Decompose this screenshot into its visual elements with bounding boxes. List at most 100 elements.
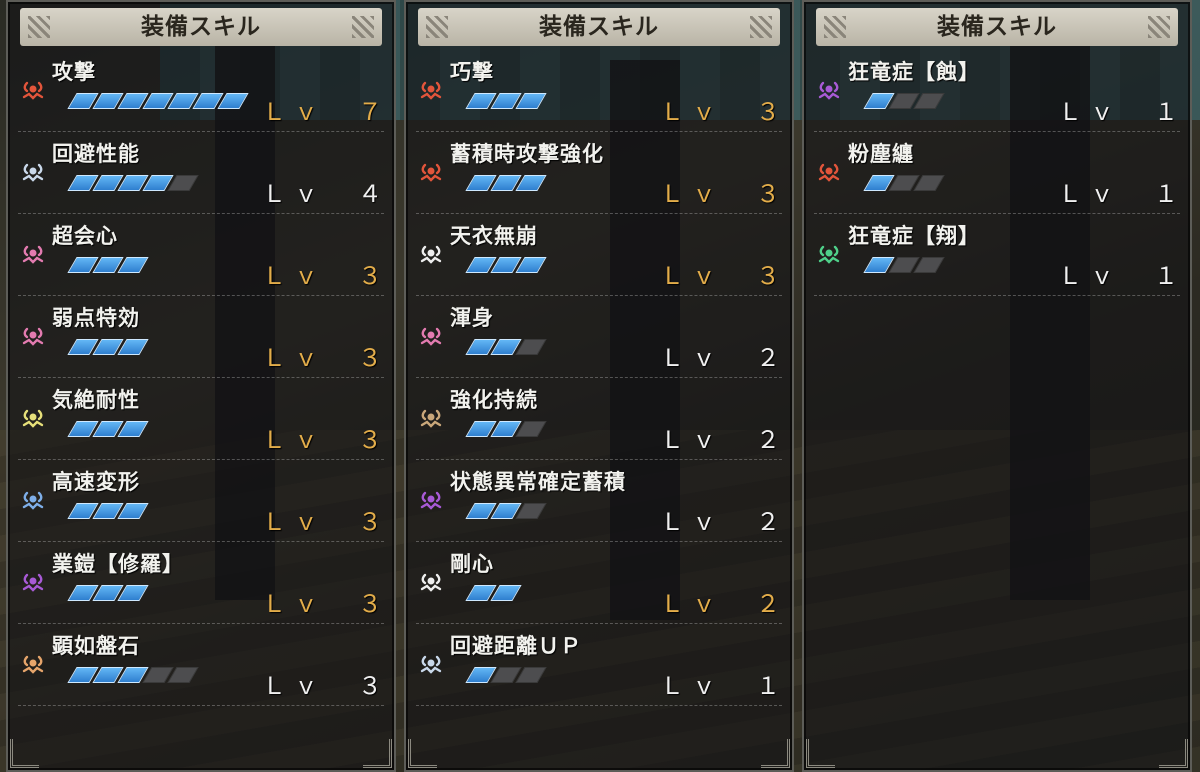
skill-row[interactable]: 狂竜症【蝕】 Ｌｖ １: [802, 50, 1192, 132]
skill-name: 高速変形: [52, 470, 140, 494]
skill-level-gauge: [67, 585, 149, 603]
skill-level-gauge: [863, 257, 945, 275]
skill-level-text: Ｌｖ ２: [660, 508, 788, 536]
skill-level-text: Ｌｖ ２: [660, 590, 788, 618]
skill-row[interactable]: 剛心 Ｌｖ ２: [404, 542, 794, 624]
skill-level-gauge: [465, 421, 547, 439]
skill-name: 粉塵纏: [848, 142, 914, 166]
skill-name: 回避性能: [52, 142, 140, 166]
frame-corner-ornament: [806, 739, 835, 768]
skill-level-text: Ｌｖ ３: [262, 262, 390, 290]
skill-icon-pink: [20, 326, 46, 348]
skill-name: 状態異常確定蓄積: [450, 470, 626, 494]
skill-icon-purple: [20, 572, 46, 594]
skill-icon-white: [418, 244, 444, 266]
skill-row[interactable]: 渾身 Ｌｖ ２: [404, 296, 794, 378]
skill-panel: 装備スキル 巧撃 Ｌｖ ３ 蓄積時攻撃強化 Ｌｖ ３ 天衣無崩 Ｌｖ ３ 渾身 Ｌｖ ２ 強化持続…: [404, 0, 794, 772]
frame-corner-ornament: [761, 739, 790, 768]
skill-level-text: Ｌｖ ７: [262, 98, 390, 126]
skill-level-text: Ｌｖ ３: [660, 262, 788, 290]
skill-level-gauge: [67, 503, 149, 521]
frame-corner-ornament: [408, 739, 437, 768]
skill-level-gauge: [465, 93, 547, 111]
skill-level-text: Ｌｖ １: [660, 672, 788, 700]
skill-level-text: Ｌｖ ３: [262, 344, 390, 372]
skill-level-gauge: [67, 667, 199, 685]
skill-level-text: Ｌｖ １: [1058, 262, 1186, 290]
skill-level-gauge: [67, 339, 149, 357]
skill-level-text: Ｌｖ ３: [262, 672, 390, 700]
skill-level-text: Ｌｖ ３: [262, 426, 390, 454]
skill-level-text: Ｌｖ ３: [262, 508, 390, 536]
skill-level-text: Ｌｖ ３: [660, 180, 788, 208]
skill-row[interactable]: 回避距離ＵＰ Ｌｖ １: [404, 624, 794, 706]
skill-icon-white: [418, 654, 444, 676]
skill-row[interactable]: 超会心 Ｌｖ ３: [6, 214, 396, 296]
skill-level-text: Ｌｖ ３: [660, 98, 788, 126]
skill-row[interactable]: 顕如盤石 Ｌｖ ３: [6, 624, 396, 706]
skill-name: 弱点特効: [52, 306, 140, 330]
frame-corner-ornament: [10, 739, 39, 768]
skill-level-gauge: [465, 667, 547, 685]
skill-icon-pink: [418, 326, 444, 348]
frame-corner-ornament: [1159, 739, 1188, 768]
skill-icon-white: [20, 162, 46, 184]
skill-level-gauge: [465, 339, 547, 357]
skill-icon-blue: [20, 490, 46, 512]
skill-icon-red: [418, 162, 444, 184]
skill-panel: 装備スキル攻撃 Ｌｖ ７ 回避性能 Ｌｖ ４ 超会心 Ｌｖ ３ 弱点特効 Ｌｖ ３ 気絶耐性 Ｌｖ…: [6, 0, 396, 772]
skill-row[interactable]: 高速変形 Ｌｖ ３: [6, 460, 396, 542]
skill-name: 顕如盤石: [52, 634, 140, 658]
skill-name: 蓄積時攻撃強化: [450, 142, 604, 166]
skill-level-text: Ｌｖ １: [1058, 180, 1186, 208]
skill-name: 気絶耐性: [52, 388, 140, 412]
skill-panel: 装備スキル狂竜症【蝕】 Ｌｖ １ 粉塵纏 Ｌｖ １ 狂竜症【翔】 Ｌｖ １: [802, 0, 1192, 772]
skill-icon-purple: [816, 80, 842, 102]
skill-level-gauge: [67, 175, 199, 193]
skill-row[interactable]: 弱点特効 Ｌｖ ３: [6, 296, 396, 378]
skill-icon-pink: [20, 244, 46, 266]
skill-name: 強化持続: [450, 388, 538, 412]
skill-row[interactable]: 回避性能 Ｌｖ ４: [6, 132, 396, 214]
skill-level-gauge: [67, 257, 149, 275]
skill-icon-purple: [418, 490, 444, 512]
skill-row[interactable]: 業鎧【修羅】 Ｌｖ ３: [6, 542, 396, 624]
skill-level-text: Ｌｖ １: [1058, 98, 1186, 126]
skill-row[interactable]: 攻撃 Ｌｖ ７: [6, 50, 396, 132]
skill-row[interactable]: 粉塵纏 Ｌｖ １: [802, 132, 1192, 214]
panel-title: 装備スキル: [20, 8, 382, 46]
skill-level-gauge: [465, 585, 522, 603]
skill-icon-orange: [20, 654, 46, 676]
skill-level-text: Ｌｖ ４: [262, 180, 390, 208]
skill-level-gauge: [465, 257, 547, 275]
skill-icon-white: [418, 572, 444, 594]
skill-row[interactable]: 巧撃 Ｌｖ ３: [404, 50, 794, 132]
skill-level-gauge: [67, 93, 249, 111]
skill-name: 天衣無崩: [450, 224, 538, 248]
skill-icon-red: [418, 80, 444, 102]
skill-name: 攻撃: [52, 60, 96, 84]
skill-row[interactable]: 蓄積時攻撃強化 Ｌｖ ３: [404, 132, 794, 214]
skill-level-text: Ｌｖ ３: [262, 590, 390, 618]
skill-icon-tan: [418, 408, 444, 430]
panel-title: 装備スキル: [816, 8, 1178, 46]
skill-icon-green: [816, 244, 842, 266]
skill-level-gauge: [67, 421, 149, 439]
panel-title: 装備スキル: [418, 8, 780, 46]
skill-row[interactable]: 強化持続 Ｌｖ ２: [404, 378, 794, 460]
skill-name: 巧撃: [450, 60, 494, 84]
skill-icon-red: [20, 80, 46, 102]
skill-row[interactable]: 狂竜症【翔】 Ｌｖ １: [802, 214, 1192, 296]
skill-row[interactable]: 天衣無崩 Ｌｖ ３: [404, 214, 794, 296]
skill-row[interactable]: 状態異常確定蓄積 Ｌｖ ２: [404, 460, 794, 542]
skill-level-gauge: [863, 93, 945, 111]
skill-level-text: Ｌｖ ２: [660, 344, 788, 372]
skill-name: 狂竜症【翔】: [848, 224, 980, 248]
skill-row[interactable]: 気絶耐性 Ｌｖ ３: [6, 378, 396, 460]
skill-level-text: Ｌｖ ２: [660, 426, 788, 454]
skill-level-gauge: [465, 175, 547, 193]
skill-level-gauge: [863, 175, 945, 193]
skill-level-gauge: [465, 503, 547, 521]
skill-icon-yellow: [20, 408, 46, 430]
frame-corner-ornament: [363, 739, 392, 768]
